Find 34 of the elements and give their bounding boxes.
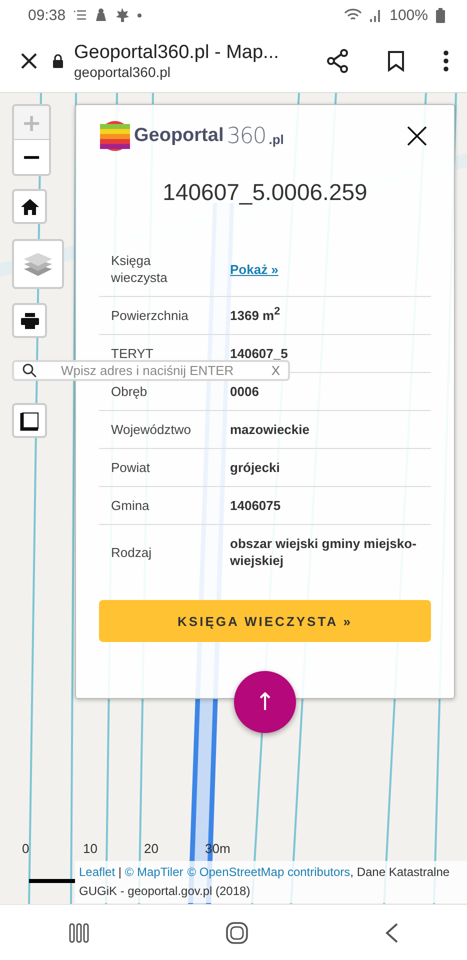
parcel-title: 140607_5.0006.259	[162, 179, 368, 205]
clear-search-button[interactable]: X	[271, 363, 280, 378]
row-label: Księga wieczysta	[111, 252, 168, 286]
row-value: obszar wiejski gminy miejsko-wiejskiej	[230, 535, 418, 569]
row-label: Obręb	[111, 383, 148, 400]
address-search-field[interactable]: Wpisz adres i naciśnij ENTER X	[12, 360, 290, 381]
land-register-button[interactable]: KSIĘGA WIECZYSTA »	[99, 600, 431, 642]
logo-number: 360	[226, 124, 266, 148]
page-url: geoportal360.pl	[74, 64, 172, 80]
row-label: TERYT	[111, 345, 154, 362]
show-link[interactable]: Pokaż »	[230, 262, 278, 276]
row-label: Gmina	[111, 497, 150, 514]
row-label: Powiat	[111, 459, 152, 476]
scale-label: 10	[83, 841, 98, 856]
battery-percent: 100%	[390, 6, 428, 24]
status-time: 09:38	[28, 6, 66, 24]
row-label: Powierzchnia	[111, 307, 190, 324]
scale-label: 20	[144, 841, 160, 856]
row-value: 140607_5	[230, 345, 289, 362]
logo-suffix: .pl	[268, 132, 284, 146]
row-value: 0006	[230, 383, 260, 400]
row-value: grójecki	[230, 459, 281, 476]
scale-label: 0	[22, 841, 30, 856]
map-attribution: Leaflet | © MapTiler © OpenStreetMap contributors, Dane Katastralne GUGiK - geoportal.gov.pl (2018)	[75, 861, 467, 903]
row-label: Rodzaj	[111, 544, 152, 560]
row-value: 1369 m$^{2}$	[230, 307, 282, 324]
row-value: 1406075	[230, 497, 282, 514]
page-title: Geoportal360.pl - Map...	[74, 42, 280, 64]
attribution-link[interactable]: © MapTiler	[124, 865, 184, 879]
attribution-link[interactable]: Leaflet	[79, 865, 116, 879]
attribution-link[interactable]: © OpenStreetMap contributors	[187, 865, 350, 879]
row-label: Województwo	[111, 421, 192, 438]
row-value: mazowieckie	[230, 421, 310, 438]
logo-name: Geoportal	[134, 125, 224, 147]
